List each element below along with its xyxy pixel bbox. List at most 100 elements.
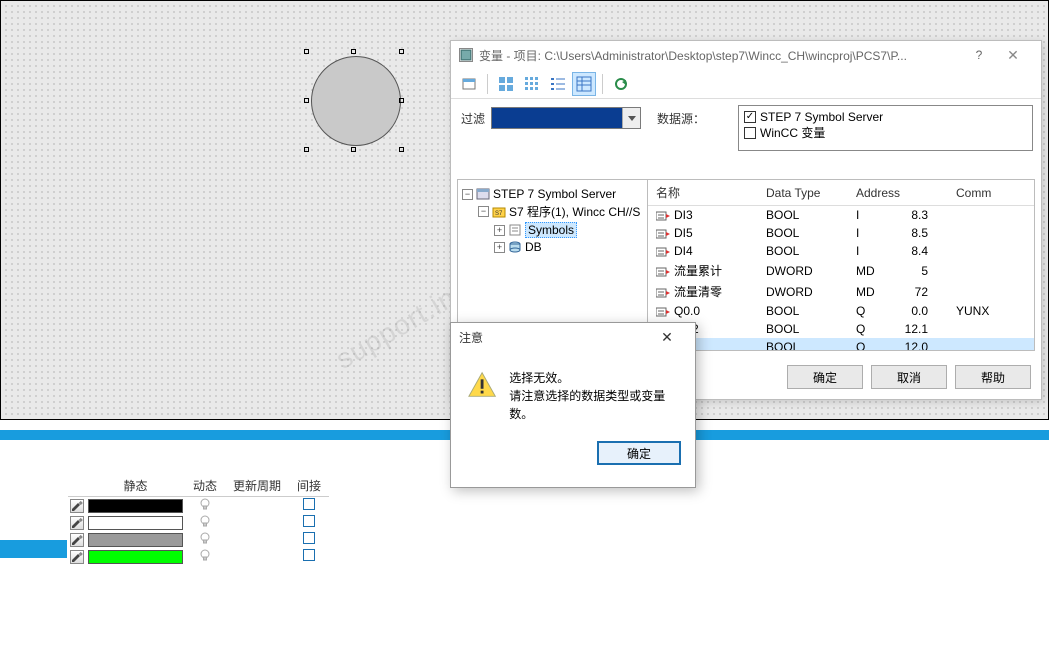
tree-label: S7 程序(1), Wincc CH//S <box>509 203 640 220</box>
col-type[interactable]: Data Type <box>758 180 848 206</box>
alert-title: 注意 <box>459 329 647 346</box>
ok-button[interactable]: 确定 <box>787 365 863 389</box>
row-highlight <box>0 540 67 558</box>
resize-handle[interactable] <box>304 98 309 103</box>
indirect-checkbox[interactable] <box>303 549 315 561</box>
toolbar-btn-1[interactable] <box>457 72 481 96</box>
tree-label: DB <box>525 240 542 254</box>
datasource-label: 数据源： <box>657 110 705 127</box>
alert-close-button[interactable]: ✕ <box>647 329 687 346</box>
bulb-icon[interactable] <box>199 515 211 527</box>
table-row[interactable]: 流量累计DWORDMD5 <box>648 260 1034 281</box>
tree-node-root[interactable]: − STEP 7 Symbol Server <box>462 186 643 202</box>
expand-icon[interactable]: + <box>494 242 505 253</box>
tree-label: STEP 7 Symbol Server <box>493 187 616 201</box>
resize-handle[interactable] <box>351 147 356 152</box>
property-header-row: 静态 动态 更新周期 间接 <box>68 475 329 497</box>
col-comment[interactable]: Comm <box>948 180 1034 206</box>
datasource-item[interactable]: WinCC 变量 <box>744 125 1027 141</box>
resize-handle[interactable] <box>351 49 356 54</box>
col-dynamic: 动态 <box>185 475 225 497</box>
filter-combo[interactable] <box>491 107 641 129</box>
color-swatch[interactable] <box>88 533 183 547</box>
col-static: 静态 <box>86 475 185 497</box>
alert-dialog: 注意 ✕ 选择无效。 请注意选择的数据类型或变量数。 确定 <box>450 322 696 488</box>
dialog-toolbar <box>451 69 1041 99</box>
toolbar-sep <box>602 74 603 94</box>
small-icons-button[interactable] <box>520 72 544 96</box>
table-row[interactable]: Q0.0BOOLQ0.0YUNX <box>648 302 1034 320</box>
resize-handle[interactable] <box>304 147 309 152</box>
indirect-checkbox[interactable] <box>303 532 315 544</box>
refresh-button[interactable] <box>609 72 633 96</box>
large-icons-button[interactable] <box>494 72 518 96</box>
close-button[interactable]: ✕ <box>993 47 1033 64</box>
tree-node-db[interactable]: + DB <box>462 239 643 255</box>
table-row[interactable]: DI4BOOLI8.4 <box>648 242 1034 260</box>
indirect-checkbox[interactable] <box>303 515 315 527</box>
bulb-icon[interactable] <box>199 498 211 510</box>
resize-handle[interactable] <box>399 49 404 54</box>
list-pane[interactable]: 名称 Data Type Address Comm DI3BOOLI8.3DI5… <box>648 180 1034 350</box>
color-picker-button[interactable] <box>70 516 84 530</box>
col-indirect: 间接 <box>289 475 329 497</box>
resize-handle[interactable] <box>304 49 309 54</box>
table-row[interactable]: DI5BOOLI8.5 <box>648 224 1034 242</box>
collapse-icon[interactable]: − <box>478 206 489 217</box>
property-grid: 静态 动态 更新周期 间接 <box>68 475 329 565</box>
cancel-button[interactable]: 取消 <box>871 365 947 389</box>
expand-icon[interactable]: + <box>494 225 505 236</box>
list-button[interactable] <box>546 72 570 96</box>
datasource-list: ✓ STEP 7 Symbol Server WinCC 变量 <box>738 105 1033 151</box>
table-row[interactable]: BOOLQ12.0 <box>648 338 1034 350</box>
db-icon <box>508 240 522 254</box>
checkbox-checked-icon[interactable]: ✓ <box>744 111 756 123</box>
alert-ok-button[interactable]: 确定 <box>597 441 681 465</box>
filter-label: 过滤 <box>461 110 485 127</box>
dialog-titlebar[interactable]: 变量 - 项目: C:\Users\Administrator\Desktop\… <box>451 41 1041 69</box>
alert-line2: 请注意选择的数据类型或变量数。 <box>509 387 679 423</box>
color-picker-button[interactable] <box>70 499 84 513</box>
bulb-icon[interactable] <box>199 549 211 561</box>
table-row[interactable]: DI3BOOLI8.3 <box>648 206 1034 225</box>
list-header-row[interactable]: 名称 Data Type Address Comm <box>648 180 1034 206</box>
col-addr[interactable]: Address <box>848 180 948 206</box>
color-swatch[interactable] <box>88 516 183 530</box>
circle-shape[interactable] <box>311 56 401 146</box>
chevron-down-icon[interactable] <box>622 108 640 128</box>
tree-node-program[interactable]: − S7 S7 程序(1), Wincc CH//S <box>462 202 643 221</box>
alert-message: 选择无效。 请注意选择的数据类型或变量数。 <box>509 369 679 423</box>
datasource-item[interactable]: ✓ STEP 7 Symbol Server <box>744 109 1027 125</box>
resize-handle[interactable] <box>399 98 404 103</box>
table-row[interactable]: DO2BOOLQ12.1 <box>648 320 1034 338</box>
col-name[interactable]: 名称 <box>648 180 758 206</box>
property-row[interactable] <box>68 531 329 548</box>
color-swatch[interactable] <box>88 550 183 564</box>
property-row[interactable] <box>68 548 329 565</box>
tree-node-symbols[interactable]: + Symbols <box>462 221 643 239</box>
checkbox-unchecked-icon[interactable] <box>744 127 756 139</box>
property-row[interactable] <box>68 514 329 531</box>
collapse-icon[interactable]: − <box>462 189 473 200</box>
help-button[interactable]: ? <box>965 48 993 62</box>
dialog-button-row: 确定 取消 帮助 <box>787 365 1031 389</box>
indirect-checkbox[interactable] <box>303 498 315 510</box>
alert-titlebar[interactable]: 注意 ✕ <box>451 323 695 351</box>
symbols-icon <box>508 223 522 237</box>
resize-handle[interactable] <box>399 147 404 152</box>
tree-label: Symbols <box>525 222 577 238</box>
table-row[interactable]: 流量清零DWORDMD72 <box>648 281 1034 302</box>
color-picker-button[interactable] <box>70 533 84 547</box>
help-button[interactable]: 帮助 <box>955 365 1031 389</box>
datasource-label-text: WinCC 变量 <box>760 125 825 141</box>
alert-line1: 选择无效。 <box>509 369 679 387</box>
color-picker-button[interactable] <box>70 550 84 564</box>
property-row[interactable] <box>68 497 329 515</box>
server-icon <box>476 187 490 201</box>
program-icon: S7 <box>492 205 506 219</box>
bulb-icon[interactable] <box>199 532 211 544</box>
dialog-title: 变量 - 项目: C:\Users\Administrator\Desktop\… <box>479 47 965 64</box>
svg-text:S7: S7 <box>495 211 503 217</box>
details-button[interactable] <box>572 72 596 96</box>
color-swatch[interactable] <box>88 499 183 513</box>
